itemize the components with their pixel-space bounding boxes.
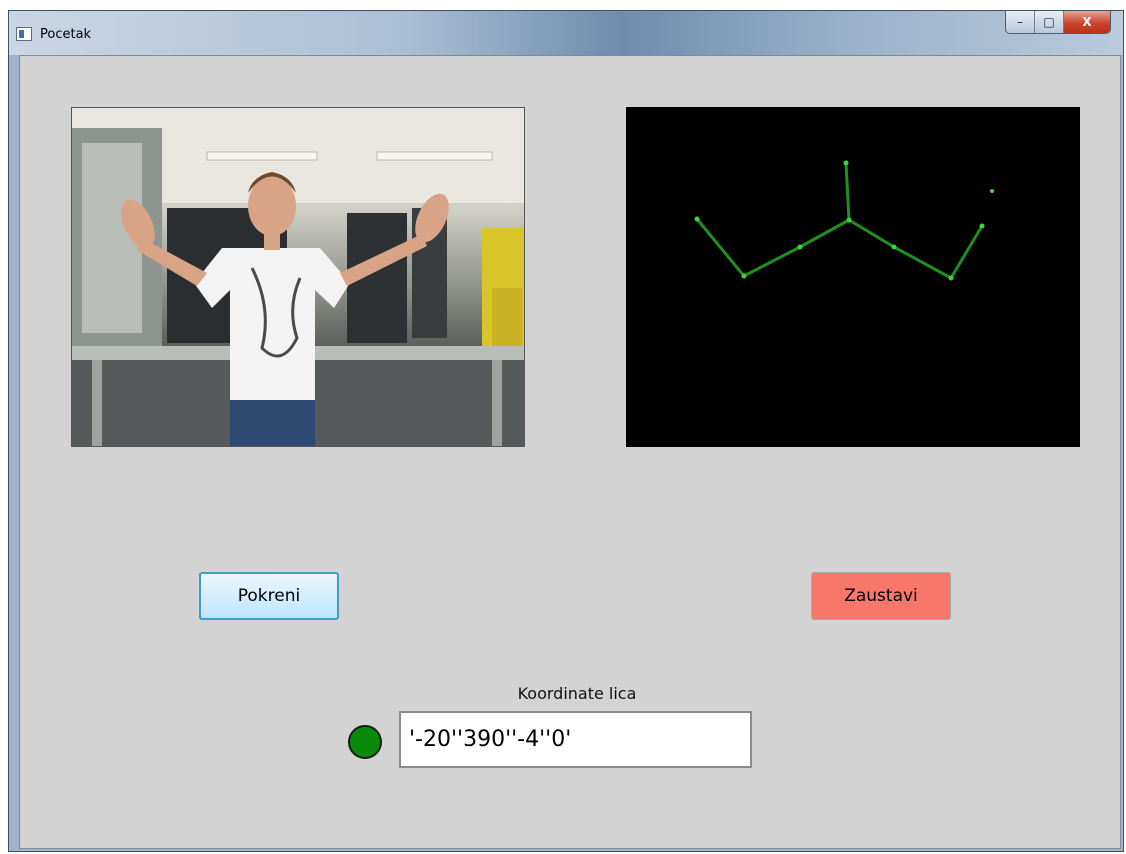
- caption-buttons: – □ X: [1005, 11, 1111, 34]
- right-elbow-joint: [891, 244, 897, 250]
- left-hand-joint: [694, 216, 700, 222]
- face-coordinates-field[interactable]: [399, 711, 752, 768]
- neck-bone: [844, 162, 851, 221]
- close-button[interactable]: X: [1063, 11, 1110, 33]
- status-indicator: [348, 725, 382, 759]
- stop-button[interactable]: Zaustavi: [811, 572, 951, 620]
- stray-joint: [990, 189, 994, 193]
- head-joint: [843, 160, 849, 166]
- left-hand-bone: [695, 218, 746, 277]
- right-wrist-joint: [948, 275, 954, 281]
- title-bar[interactable]: Pocetak – □ X: [9, 11, 1123, 55]
- face-coordinates-label: Koordinate lica: [517, 684, 637, 703]
- client-area: Pokreni Zaustavi Koordinate lica: [19, 55, 1121, 849]
- left-forearm-bone: [743, 245, 801, 278]
- right-upper-arm-bone: [848, 218, 895, 249]
- left-elbow-joint: [797, 244, 803, 250]
- right-hand-joint: [979, 223, 985, 229]
- skeleton-drawing: [694, 160, 994, 281]
- skeleton-joints: [694, 160, 994, 281]
- app-window: Pocetak – □ X Pokreni Zaustavi Koordinat…: [8, 10, 1124, 852]
- app-icon: [16, 27, 32, 41]
- left-wrist-joint: [741, 273, 747, 279]
- window-title: Pocetak: [40, 27, 92, 42]
- skeleton-bones: [695, 162, 984, 280]
- start-button[interactable]: Pokreni: [199, 572, 339, 620]
- right-forearm-bone: [893, 245, 952, 280]
- left-upper-arm-bone: [799, 218, 850, 249]
- skeleton-view: [626, 107, 1080, 447]
- maximize-button[interactable]: □: [1034, 11, 1063, 33]
- shoulder-center-joint: [846, 217, 852, 223]
- camera-feed-image: [71, 107, 525, 447]
- right-hand-bone: [949, 225, 984, 279]
- minimize-button[interactable]: –: [1006, 11, 1034, 33]
- camera-scene: [72, 108, 524, 446]
